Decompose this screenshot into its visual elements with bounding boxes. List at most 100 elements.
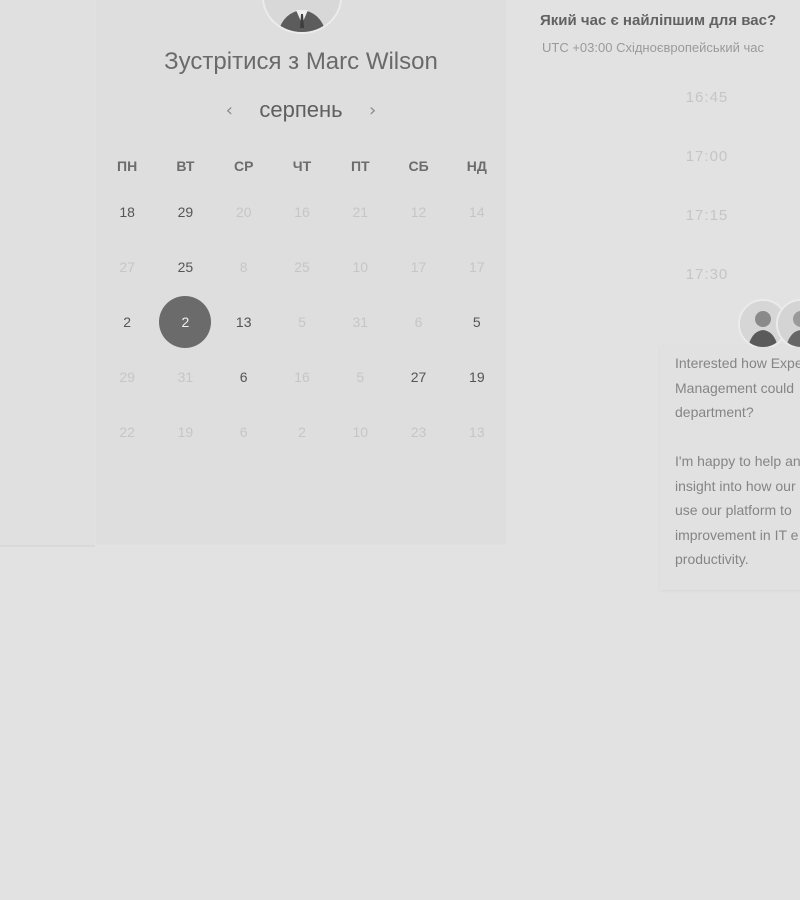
chevron-left-icon[interactable]: ‹ <box>219 100 239 121</box>
calendar-day: 21 <box>331 186 389 238</box>
calendar-day: 27 <box>98 241 156 293</box>
time-slot[interactable]: 17:15 <box>640 198 774 234</box>
calendar-week-row: 2 2 13 5 31 6 5 <box>98 294 506 349</box>
message-paragraph: Interested how Expe Management could dep… <box>675 351 800 425</box>
calendar-day-number: 5 <box>298 313 306 330</box>
message-line: insight into how our <box>675 477 796 494</box>
calendar-day: 2 <box>273 406 331 458</box>
calendar-week-row: 22 19 6 2 10 23 13 <box>98 404 506 459</box>
calendar-day-number: 2 <box>181 313 190 330</box>
message-line: productivity. <box>675 551 749 567</box>
calendar-day-number: 31 <box>352 313 369 330</box>
calendar-day-number: 21 <box>352 203 369 220</box>
weekday-label: НД <box>466 158 487 174</box>
month-navigation: ‹ серпень › <box>96 96 506 124</box>
time-slot[interactable]: 17:30 <box>640 257 774 293</box>
weekday-label: СР <box>233 158 254 174</box>
calendar-day[interactable]: 13 <box>215 296 273 348</box>
message-line: use our platform to <box>675 502 792 518</box>
calendar-day-number: 10 <box>352 258 369 275</box>
message-line: Interested how Expe <box>675 355 800 371</box>
calendar-day-number: 18 <box>119 203 135 220</box>
calendar-week-row: 18 29 20 16 21 12 14 <box>98 184 506 239</box>
calendar-day-number: 23 <box>410 423 427 440</box>
calendar-day[interactable]: 18 <box>98 186 156 238</box>
calendar-day: 5 <box>331 351 389 403</box>
weekday-label: СБ <box>408 158 429 174</box>
calendar-day-number: 29 <box>177 203 194 220</box>
month-label: серпень <box>259 97 343 122</box>
calendar-day[interactable]: 6 <box>215 351 273 403</box>
host-name: Marc Wilson <box>305 48 438 75</box>
calendar-day[interactable]: 29 <box>156 186 214 238</box>
calendar-day-number: 13 <box>235 313 252 330</box>
calendar-day: 10 <box>331 406 389 458</box>
calendar-day-number: 19 <box>469 368 485 385</box>
calendar-day-number: 27 <box>119 258 135 275</box>
calendar-day-number: 29 <box>119 368 135 385</box>
calendar-day-number: 17 <box>469 258 485 275</box>
calendar-day[interactable]: 2 <box>98 296 156 348</box>
calendar-day-number: 5 <box>472 313 481 330</box>
calendar-day: 6 <box>389 296 447 348</box>
meet-title: Зустрітися з Marc Wilson <box>96 48 506 76</box>
message-line: I'm happy to help an <box>675 453 800 469</box>
calendar-day-selected[interactable]: 2 <box>156 295 214 348</box>
calendar-day-number: 5 <box>356 368 365 385</box>
calendar-day: 17 <box>448 241 506 293</box>
calendar-day-number: 2 <box>298 423 306 440</box>
calendar-day: 5 <box>273 296 331 348</box>
calendar-day-number: 6 <box>239 368 248 385</box>
calendar-day: 16 <box>273 186 331 238</box>
calendar-day-number: 10 <box>352 423 369 440</box>
calendar-day[interactable]: 5 <box>448 296 506 348</box>
calendar-day-number: 14 <box>469 203 485 220</box>
calendar-day-number: 19 <box>177 423 194 440</box>
calendar-day: 17 <box>389 241 447 293</box>
chevron-right-icon[interactable]: › <box>363 100 383 121</box>
calendar-week-row: 27 25 8 25 10 17 17 <box>98 239 506 294</box>
weekday-label: ПН <box>117 158 138 174</box>
calendar-day-number: 22 <box>119 423 135 440</box>
calendar-day-number: 25 <box>177 258 194 275</box>
time-slot[interactable]: 17:00 <box>640 139 774 175</box>
scheduler-page: Зустрітися з Marc Wilson ‹ серпень › ПН … <box>0 0 800 900</box>
calendar-day: 20 <box>215 186 273 238</box>
calendar-day: 10 <box>331 241 389 293</box>
message-line: Management could <box>675 379 795 396</box>
calendar-day-number: 17 <box>410 258 427 275</box>
calendar-day[interactable]: 19 <box>448 351 506 403</box>
calendar-weeks: 18 29 20 16 21 12 14 27 25 8 25 10 17 17 2 2 13 5 31 6 5 29 31… <box>98 184 506 459</box>
message-line: improvement in IT e <box>675 526 799 543</box>
timezone-label[interactable]: UTC +03:00 Східноєвропейський час <box>542 40 764 55</box>
calendar-day-number: 25 <box>294 258 310 275</box>
calendar-day: 22 <box>98 406 156 458</box>
time-slot[interactable]: 16:45 <box>640 80 774 116</box>
meet-title-prefix: Зустрітися з <box>164 48 300 75</box>
calendar-day-number: 12 <box>410 203 427 220</box>
left-panel <box>0 0 95 547</box>
calendar-day: 8 <box>215 241 273 293</box>
calendar-day: 31 <box>331 296 389 348</box>
calendar-day: 14 <box>448 186 506 238</box>
weekday-label: ЧТ <box>292 158 312 174</box>
calendar-day[interactable]: 27 <box>389 351 447 403</box>
time-question-title: Який час є найліпшим для вас? <box>540 12 777 29</box>
calendar-day-number: 16 <box>294 368 310 385</box>
calendar-day-number: 8 <box>239 258 248 275</box>
weekday-header: ПН ВТ СР ЧТ ПТ СБ НД <box>98 148 506 184</box>
calendar-day: 19 <box>156 406 214 458</box>
calendar-day-number: 6 <box>239 423 248 440</box>
calendar-day: 16 <box>273 351 331 403</box>
calendar-week-row: 29 31 6 16 5 27 19 <box>98 349 506 404</box>
message-line: department? <box>675 404 754 420</box>
message-paragraph: I'm happy to help an insight into how ou… <box>675 449 800 572</box>
calendar-day: 25 <box>273 241 331 293</box>
calendar-day[interactable]: 25 <box>156 241 214 293</box>
calendar-day: 12 <box>389 186 447 238</box>
calendar-day: 29 <box>98 351 156 403</box>
weekday-label: ВТ <box>176 158 195 174</box>
calendar-day-number: 2 <box>123 313 132 330</box>
calendar-day: 31 <box>156 351 214 403</box>
weekday-label: ПТ <box>350 158 370 174</box>
